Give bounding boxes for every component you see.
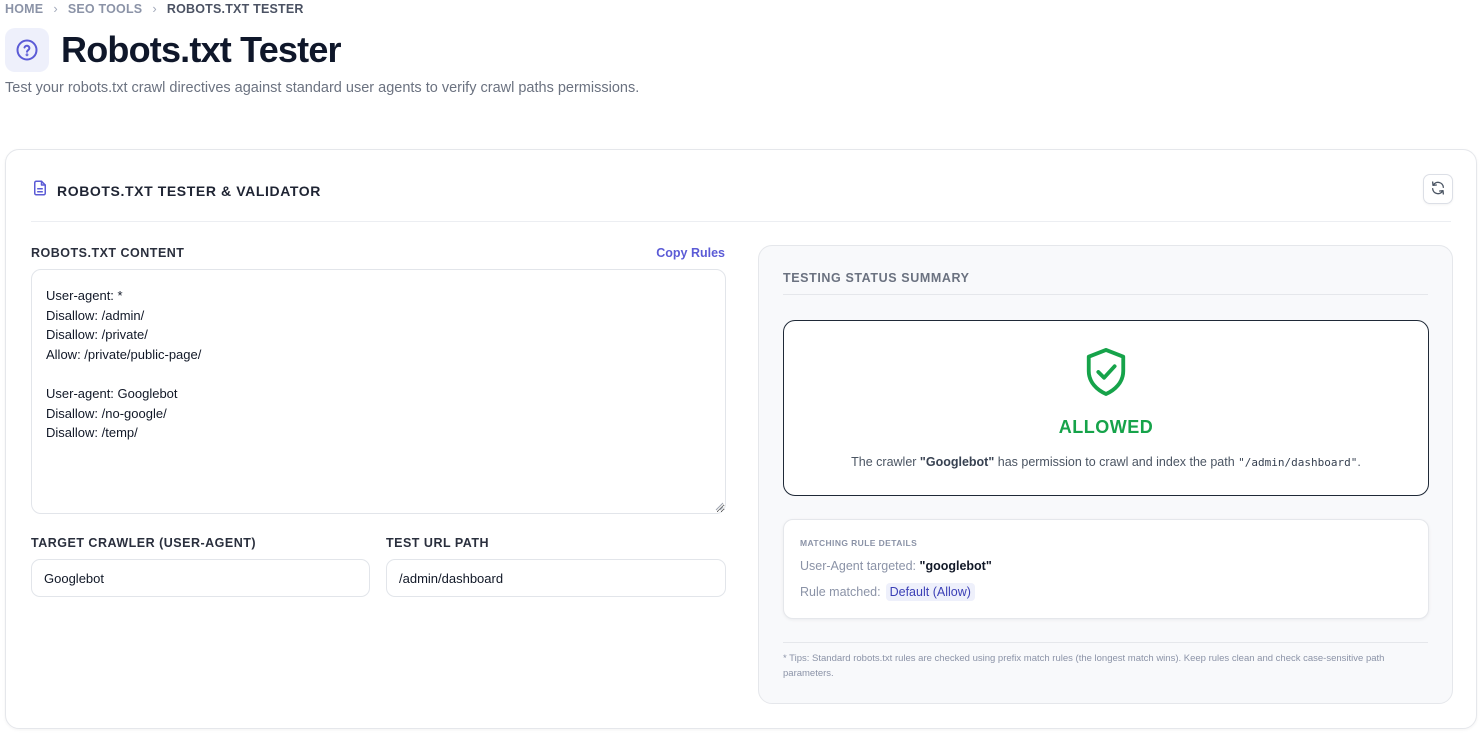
card-header: ROBOTS.TXT TESTER & VALIDATOR [31,170,1453,222]
test-path-label: TEST URL PATH [386,536,490,550]
divider [783,642,1428,643]
divider [783,294,1428,295]
page-header: Robots.txt Tester [5,28,342,72]
refresh-button[interactable] [1423,174,1453,204]
breadcrumb-current: ROBOTS.TXT TESTER [166,1,304,16]
matching-rule-details: MATCHING RULE DETAILS User-Agent targete… [783,519,1429,619]
status-text: ALLOWED [1058,417,1154,437]
rule-badge: Default (Allow) [885,583,975,601]
chevron-right-icon: › [53,1,58,16]
breadcrumb: HOME › SEO TOOLS › ROBOTS.TXT TESTER [5,1,304,16]
robots-content-editor[interactable]: User-agent: * Disallow: /admin/ Disallow… [31,269,726,514]
details-title: MATCHING RULE DETAILS [800,538,918,548]
page-title: Robots.txt Tester [61,29,342,70]
breadcrumb-seo-tools[interactable]: SEO TOOLS [68,2,143,16]
file-text-icon [31,179,49,202]
test-path-input[interactable] [386,559,726,597]
page-subtitle: Test your robots.txt crawl directives ag… [5,80,640,96]
status-description: The crawler "Googlebot" has permission t… [851,455,1361,469]
robots-content-label: ROBOTS.TXT CONTENT [31,246,185,260]
rule-matched: Rule matched: Default (Allow) [800,583,975,601]
copy-rules-link[interactable]: Copy Rules [656,246,725,260]
card-title: ROBOTS.TXT TESTER & VALIDATOR [57,182,321,199]
status-summary-panel: TESTING STATUS SUMMARY ALLOWED The crawl… [758,245,1453,704]
status-result-box: ALLOWED The crawler "Googlebot" has perm… [783,320,1429,496]
help-circle-icon [5,28,49,72]
resize-handle-icon[interactable] [714,501,724,511]
target-crawler-label: TARGET CRAWLER (USER-AGENT) [31,536,257,550]
chevron-right-icon: › [152,1,157,16]
target-crawler-input[interactable] [31,559,370,597]
tester-card: ROBOTS.TXT TESTER & VALIDATOR ROBOTS.TXT… [5,149,1477,729]
user-agent-targeted: User-Agent targeted: "googlebot" [800,559,992,573]
shield-check-icon [1083,346,1129,403]
refresh-icon [1430,180,1446,199]
summary-label: TESTING STATUS SUMMARY [783,271,970,285]
breadcrumb-home[interactable]: HOME [5,2,43,16]
tips-text: * Tips: Standard robots.txt rules are ch… [783,653,1385,679]
